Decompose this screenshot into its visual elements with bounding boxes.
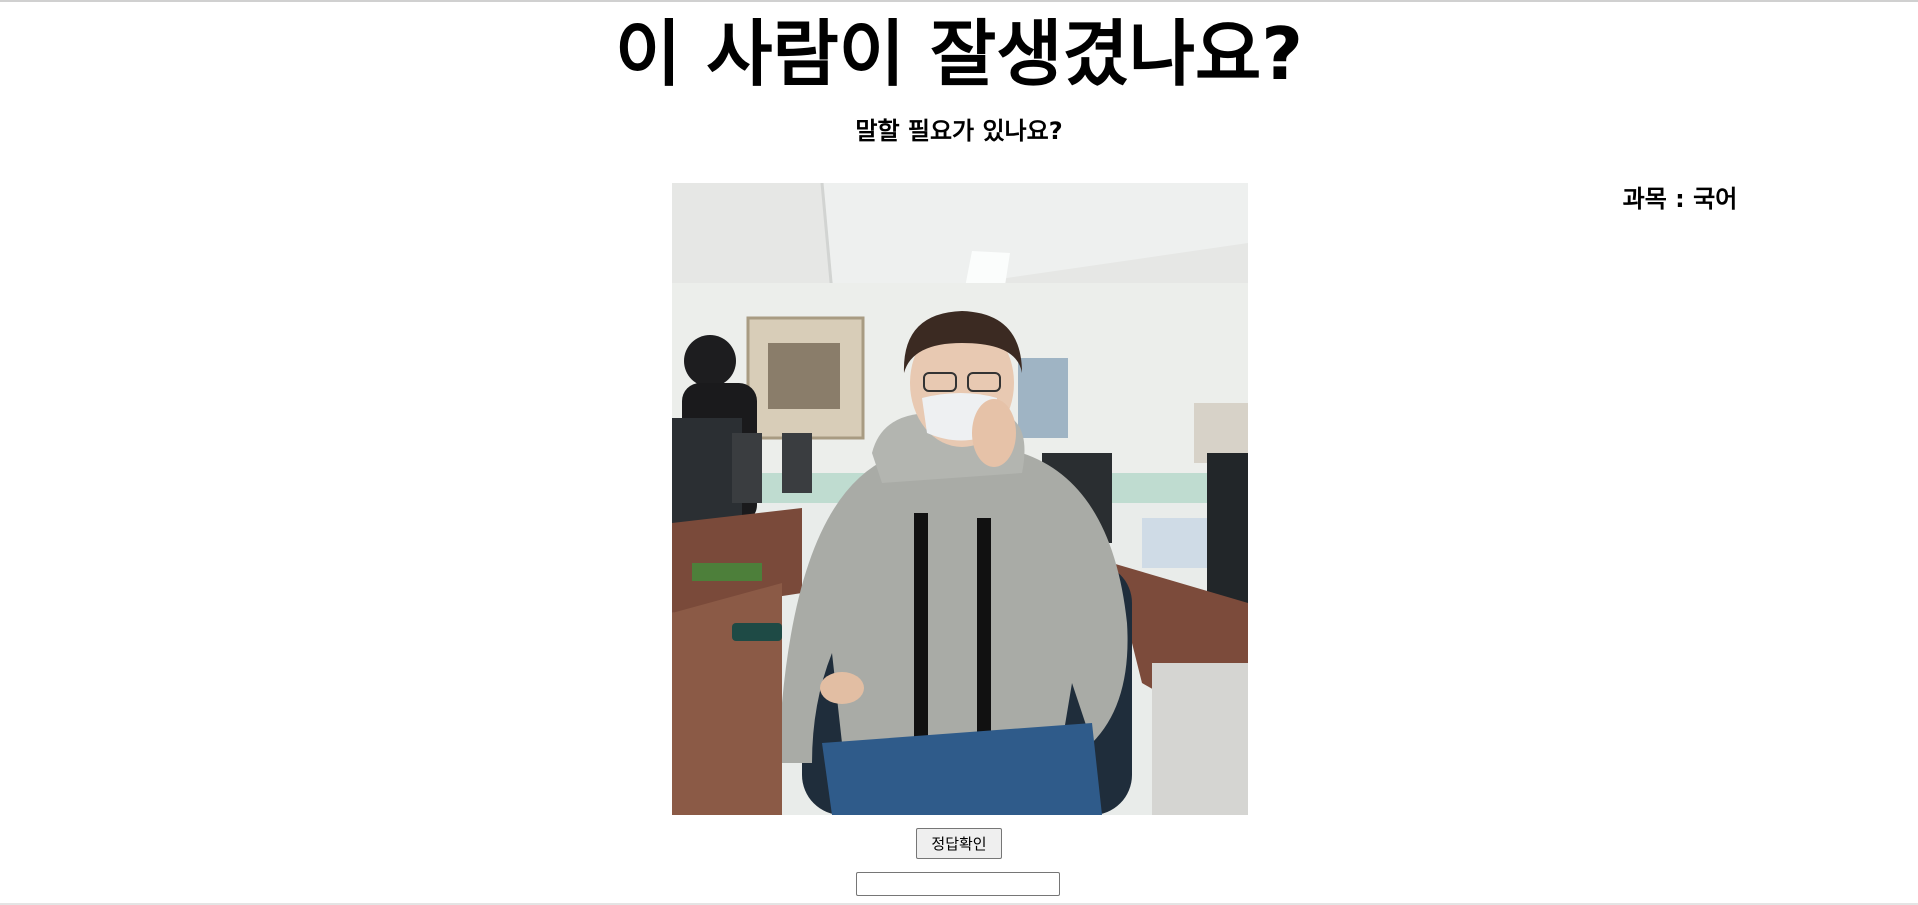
quiz-page: 이 사람이 잘생겼나요? 말할 필요가 있나요? 과목 : 국어 정답확인: [0, 0, 1918, 905]
subject-label: 과목 : 국어: [1622, 185, 1738, 213]
answer-input[interactable]: [856, 872, 1060, 896]
photo-image: [672, 183, 1248, 815]
page-subtitle: 말할 필요가 있나요?: [855, 117, 1063, 145]
person-photo: [672, 183, 1248, 815]
page-title: 이 사람이 잘생겼나요?: [614, 12, 1304, 96]
check-answer-button[interactable]: 정답확인: [916, 828, 1002, 859]
top-border: [0, 0, 1918, 2]
